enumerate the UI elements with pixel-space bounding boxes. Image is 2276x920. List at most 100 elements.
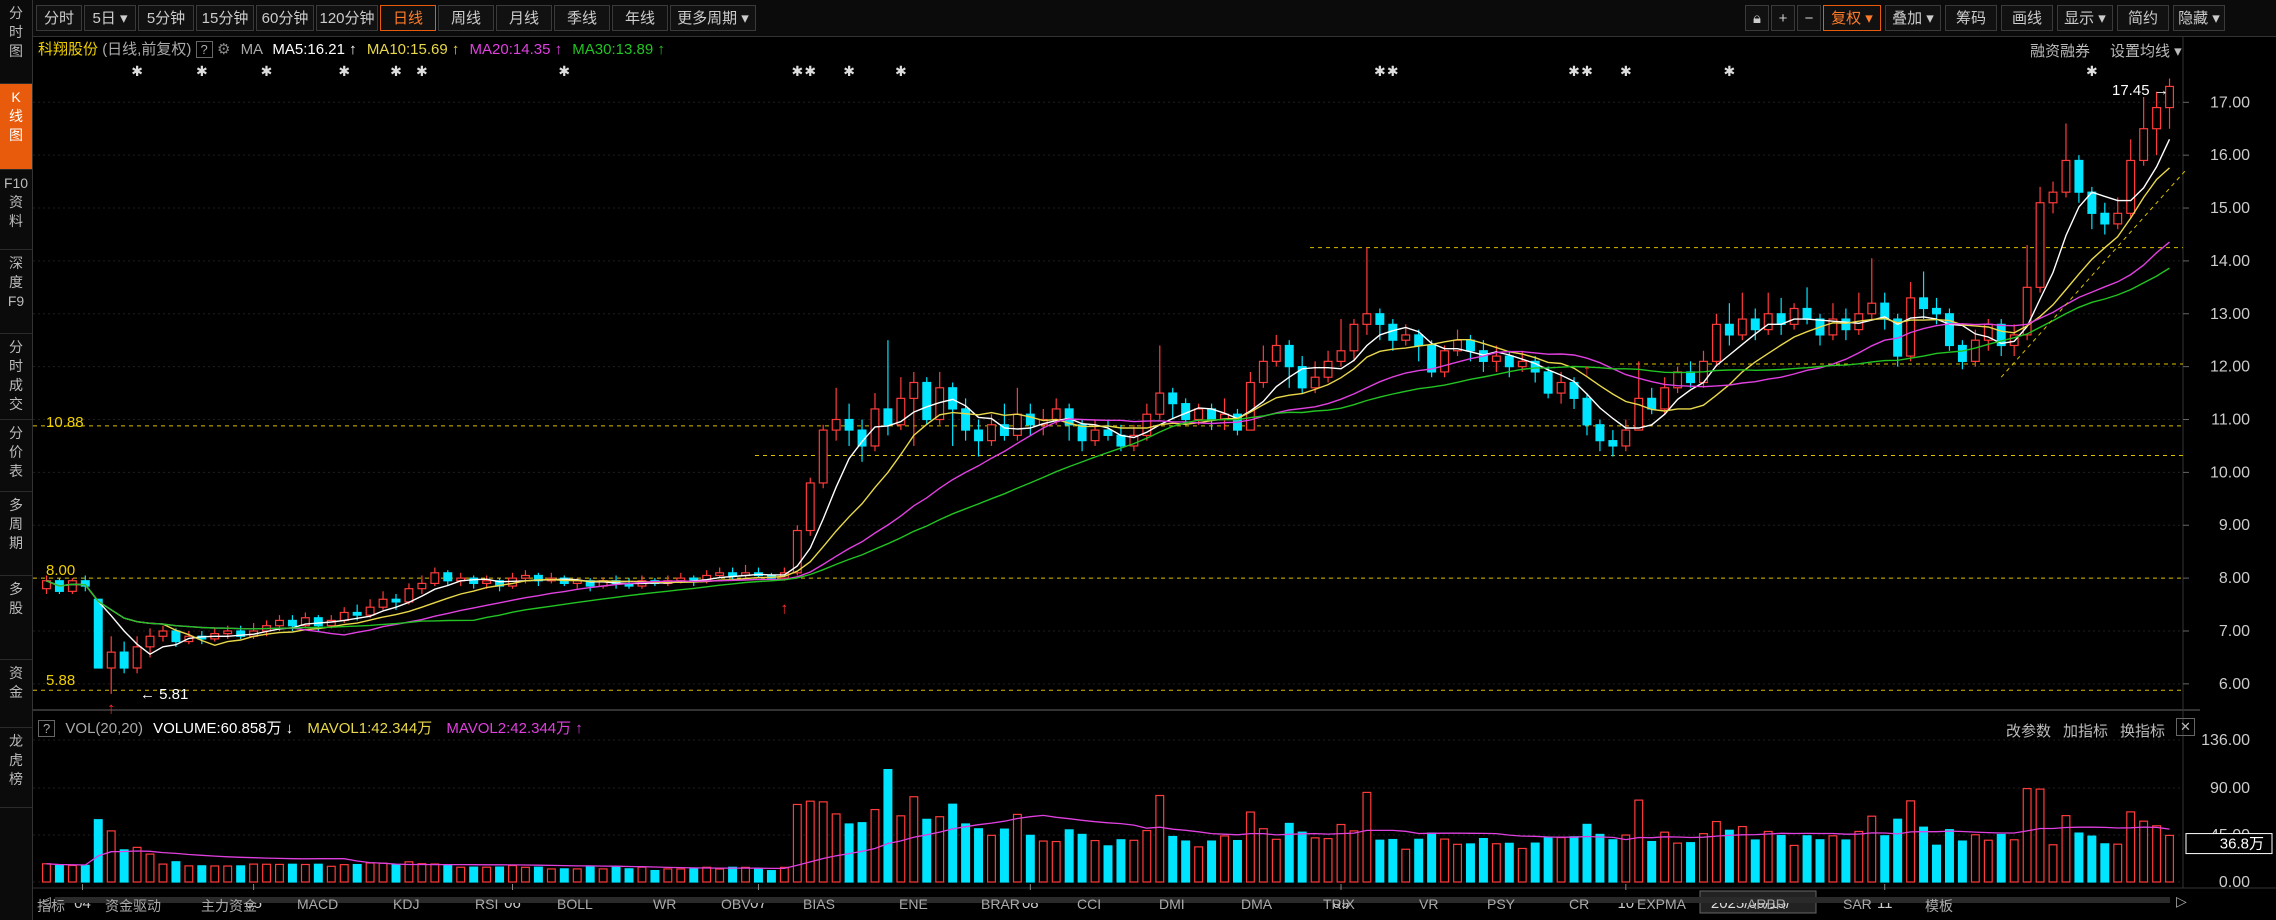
event-marker-icon[interactable]: ✱ [843, 63, 855, 79]
volume-bar[interactable] [2126, 811, 2136, 883]
candle-body[interactable] [974, 429, 984, 442]
volume-bar[interactable] [1362, 791, 1372, 883]
period-tab-9[interactable]: 季线 [554, 5, 610, 31]
candle-body[interactable] [1647, 397, 1657, 410]
indicator-tab-15[interactable]: TRIX [1323, 896, 1355, 912]
indicator-tab-12[interactable]: CCI [1077, 896, 1101, 912]
volume-bar[interactable] [352, 863, 362, 883]
volume-bar[interactable] [41, 863, 51, 883]
volume-bar[interactable] [1634, 799, 1644, 883]
candle-body[interactable] [1582, 397, 1592, 426]
volume-bar[interactable] [1932, 844, 1941, 883]
candle-body[interactable] [909, 381, 919, 399]
candle-body[interactable] [1634, 397, 1644, 431]
candle-body[interactable] [2035, 202, 2045, 288]
candle-body[interactable] [1194, 408, 1204, 421]
candle-body[interactable] [1051, 408, 1061, 421]
volume-bar[interactable] [1181, 840, 1191, 883]
volume-bar[interactable] [1763, 830, 1773, 883]
candle-body[interactable] [715, 572, 725, 577]
candle-body[interactable] [1919, 297, 1929, 310]
volume-bar[interactable] [1129, 839, 1139, 883]
period-tab-4[interactable]: 60分钟 [256, 5, 314, 31]
volume-bar[interactable] [287, 863, 297, 883]
period-tab-5[interactable]: 120分钟 [316, 5, 378, 31]
candle-body[interactable] [1284, 344, 1294, 368]
volume-bar[interactable] [961, 823, 971, 883]
volume-bar[interactable] [1207, 840, 1217, 883]
volume-bar[interactable] [520, 866, 530, 883]
candle-body[interactable] [2061, 159, 2071, 193]
toolbar-button-4[interactable]: 显示 ▾ [2057, 5, 2113, 31]
volume-bar[interactable] [1271, 838, 1281, 883]
volume-bar[interactable] [469, 866, 479, 883]
candle-body[interactable] [223, 630, 233, 635]
event-marker-icon[interactable]: ✱ [390, 63, 402, 79]
volume-bar[interactable] [1556, 836, 1566, 883]
volume-bar[interactable] [2048, 844, 2058, 883]
volume-bar[interactable] [1569, 836, 1579, 883]
volume-bar[interactable] [1686, 842, 1696, 883]
indicator-tab-21[interactable]: SAR [1843, 896, 1872, 912]
volume-bar[interactable] [741, 866, 751, 883]
volume-bar[interactable] [1258, 828, 1268, 883]
candle-body[interactable] [1077, 424, 1087, 442]
volume-bar[interactable] [2165, 834, 2175, 883]
volume-bar[interactable] [430, 863, 440, 883]
period-tab-2[interactable]: 5分钟 [138, 5, 194, 31]
candle-body[interactable] [987, 424, 996, 442]
indicator-tab-14[interactable]: DMA [1241, 896, 1272, 912]
candle-body[interactable] [1556, 381, 1566, 394]
volume-bar[interactable] [2113, 843, 2123, 883]
candle-body[interactable] [339, 611, 349, 622]
kline-chart-canvas[interactable]: 17.00 16.00 15.00 14.00 13.00 12.00 11.00 10.00… [0, 0, 2276, 920]
candle-body[interactable] [948, 387, 958, 410]
volume-bar[interactable] [1880, 835, 1890, 883]
period-tab-7[interactable]: 周线 [438, 5, 494, 31]
candle-body[interactable] [1103, 429, 1113, 436]
volume-bar[interactable] [1349, 830, 1359, 883]
indicator-tab-2[interactable]: 主力资金 [201, 896, 257, 916]
candle-body[interactable] [430, 572, 440, 585]
volume-bar[interactable] [1038, 840, 1048, 883]
indicator-tab-1[interactable]: 资金驱动 [105, 896, 161, 916]
volume-bar[interactable] [93, 819, 103, 883]
sidebar-item-3[interactable]: 深度 F9 [0, 250, 32, 334]
volume-bar[interactable] [184, 865, 194, 883]
volume-bar[interactable] [792, 803, 802, 883]
indicator-tab-22[interactable]: 模板 [1925, 896, 1953, 916]
sidebar-item-5[interactable]: 分价表 [0, 420, 32, 492]
volume-bar[interactable] [1116, 839, 1126, 883]
candle-body[interactable] [1543, 371, 1553, 394]
candle-body[interactable] [1517, 360, 1527, 368]
volume-bar[interactable] [1983, 839, 1993, 883]
candle-body[interactable] [1686, 371, 1696, 384]
indicator-tab-20[interactable]: ARBR [1747, 896, 1786, 912]
close-icon[interactable]: ✕ [2176, 718, 2195, 736]
candle-body[interactable] [1362, 313, 1372, 325]
volume-bar[interactable] [482, 866, 492, 883]
volume-bar[interactable] [1828, 835, 1838, 883]
candle-body[interactable] [1401, 334, 1411, 341]
volume-bar[interactable] [1970, 834, 1980, 883]
candle-body[interactable] [1957, 344, 1967, 362]
volume-bar[interactable] [1012, 813, 1022, 883]
change-params-link[interactable]: 改参数 [2006, 720, 2051, 741]
volume-bar[interactable] [1323, 838, 1333, 883]
volume-bar[interactable] [1841, 839, 1851, 883]
candle-body[interactable] [2048, 191, 2058, 204]
volume-bar[interactable] [935, 816, 945, 883]
volume-bar[interactable] [1077, 833, 1087, 883]
candle-body[interactable] [1932, 307, 1941, 315]
volume-bar[interactable] [2139, 820, 2149, 883]
candle-body[interactable] [158, 630, 168, 637]
toolbar-button-6[interactable]: 隐藏 ▾ [2173, 5, 2225, 31]
volume-bar[interactable] [1776, 834, 1786, 883]
volume-bar[interactable] [1453, 843, 1463, 883]
volume-bar[interactable] [533, 866, 543, 883]
volume-bar[interactable] [999, 828, 1009, 883]
volume-bar[interactable] [1388, 838, 1398, 883]
event-marker-icon[interactable]: ✱ [558, 63, 570, 79]
event-marker-icon[interactable]: ✱ [804, 63, 816, 79]
volume-bar[interactable] [715, 868, 725, 883]
